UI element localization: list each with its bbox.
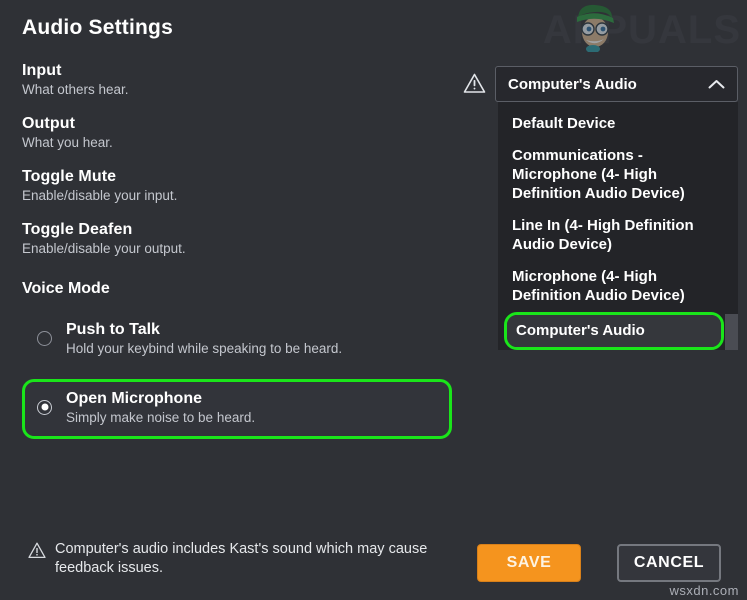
menu-item-line-in[interactable]: Line In (4- High Definition Audio Device… [498, 210, 738, 261]
warning-triangle-icon [28, 542, 46, 559]
voice-mode-heading: Voice Mode [22, 280, 110, 297]
setting-toggle-mute-title: Toggle Mute [22, 168, 117, 185]
device-select-row: Computer's Audio [463, 66, 738, 102]
setting-input-desc: What others hear. [22, 82, 129, 97]
dialog-action-buttons: SAVE CANCEL [477, 544, 721, 582]
menu-item-wrap-microphone: Microphone (4- High Definition Audio Dev… [498, 261, 738, 312]
menu-item-default-device[interactable]: Default Device [498, 108, 738, 140]
radio-desc-open-microphone: Simply make noise to be heard. [66, 409, 256, 425]
audio-settings-panel: Audio Settings Input What others hear. O… [22, 16, 452, 439]
setting-toggle-mute-desc: Enable/disable your input. [22, 188, 178, 203]
menu-item-computers-audio[interactable]: Computer's Audio [507, 315, 721, 348]
setting-output-title: Output [22, 115, 76, 132]
radio-button-open-microphone[interactable] [37, 399, 52, 415]
radio-desc-push-to-talk: Hold your keybind while speaking to be h… [66, 341, 343, 356]
setting-toggle-deafen-desc: Enable/disable your output. [22, 241, 186, 256]
device-options-menu[interactable]: Default Device Communications - Micropho… [498, 102, 738, 351]
setting-output-desc: What you hear. [22, 135, 113, 150]
menu-item-communications-microphone[interactable]: Communications - Microphone (4- High Def… [498, 140, 738, 210]
appuals-wordmark: APPUALS [542, 8, 741, 52]
appuals-mascot-icon [576, 4, 614, 52]
setting-toggle-deafen: Toggle Deafen Enable/disable your output… [22, 221, 452, 256]
setting-toggle-mute: Toggle Mute Enable/disable your input. [22, 168, 452, 203]
page-title: Audio Settings [22, 16, 173, 39]
radio-option-open-microphone[interactable]: Open Microphone Simply make noise to be … [22, 378, 452, 439]
feedback-warning-note: Computer's audio includes Kast's sound w… [28, 540, 448, 578]
menu-scrollbar-thumb[interactable] [725, 314, 738, 351]
feedback-warning-text: Computer's audio includes Kast's sound w… [55, 541, 428, 577]
audio-device-selector: Computer's Audio Default Device Communic… [463, 66, 738, 351]
menu-item-wrap-default-device: Default Device [498, 108, 738, 140]
menu-item-microphone[interactable]: Microphone (4- High Definition Audio Dev… [498, 261, 738, 312]
radio-labels-open-microphone: Open Microphone Simply make noise to be … [66, 389, 255, 427]
site-watermark: wsxdn.com [669, 583, 739, 598]
setting-output: Output What you hear. [22, 115, 452, 150]
appuals-watermark-logo: APPUALS [543, 2, 741, 58]
setting-input: Input What others hear. [22, 62, 452, 97]
radio-option-push-to-talk[interactable]: Push to Talk Hold your keybind while spe… [22, 310, 452, 370]
setting-input-title: Input [22, 62, 62, 79]
warning-triangle-icon [463, 73, 486, 93]
menu-item-wrap-communications-microphone: Communications - Microphone (4- High Def… [498, 140, 738, 210]
save-button[interactable]: SAVE [477, 544, 581, 582]
cancel-button[interactable]: CANCEL [617, 544, 721, 582]
radio-button-push-to-talk[interactable] [37, 331, 52, 346]
radio-labels-push-to-talk: Push to Talk Hold your keybind while spe… [66, 320, 342, 358]
menu-item-wrap-line-in: Line In (4- High Definition Audio Device… [498, 210, 738, 261]
radio-title-open-microphone: Open Microphone [66, 389, 202, 407]
radio-title-push-to-talk: Push to Talk [66, 321, 160, 338]
menu-item-wrap-computers-audio: Computer's Audio [504, 312, 724, 351]
device-select-value: Computer's Audio [508, 75, 637, 93]
setting-toggle-deafen-title: Toggle Deafen [22, 221, 133, 238]
device-select-box[interactable]: Computer's Audio [495, 66, 738, 102]
chevron-up-icon[interactable] [708, 79, 725, 90]
